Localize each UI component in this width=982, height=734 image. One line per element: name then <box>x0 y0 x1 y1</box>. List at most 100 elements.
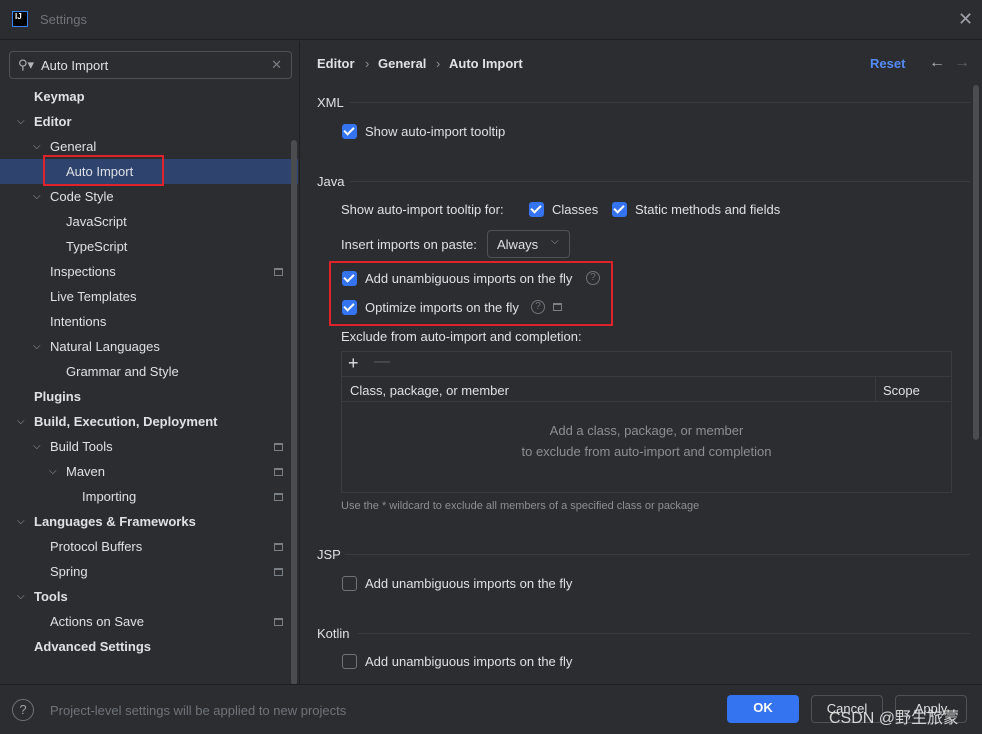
footer-note: Project-level settings will be applied t… <box>50 703 347 718</box>
help-icon[interactable]: ? <box>586 271 600 285</box>
column-header-scope[interactable]: Scope <box>883 383 920 398</box>
tree-item-label: Editor <box>34 114 72 129</box>
insert-imports-value: Always <box>497 237 539 252</box>
project-icon <box>274 568 283 576</box>
tree-item-advanced-settings[interactable]: Advanced Settings <box>0 634 298 659</box>
exclude-table[interactable]: + — Class, package, or member Scope Add … <box>341 351 952 493</box>
insert-imports-dropdown[interactable]: Always ⌵ <box>487 230 570 258</box>
xml-tooltip-label: Show auto-import tooltip <box>365 124 506 139</box>
tree-item-label: Importing <box>82 489 137 504</box>
chevron-down-icon[interactable]: ⌵ <box>33 134 41 159</box>
tree-item-label: Intentions <box>50 314 107 329</box>
chevron-down-icon[interactable]: ⌵ <box>17 409 25 434</box>
tree-item-label: Plugins <box>34 389 81 404</box>
tree-item-label: Maven <box>66 464 106 479</box>
tree-item-build-execution-deployment[interactable]: ⌵ Build, Execution, Deployment <box>0 409 298 434</box>
section-xml: XML <box>317 95 344 110</box>
chevron-down-icon[interactable]: ⌵ <box>33 434 41 459</box>
kotlin-add-unambiguous-label: Add unambiguous imports on the fly <box>365 654 573 669</box>
tree-item-plugins[interactable]: Plugins <box>0 384 298 409</box>
search-input[interactable]: ⚲▾ Auto Import ✕ <box>9 51 292 79</box>
project-icon <box>274 493 283 501</box>
tree-item-label: Inspections <box>50 264 116 279</box>
tree-item-label: Tools <box>34 589 68 604</box>
chevron-down-icon[interactable]: ⌵ <box>17 584 25 609</box>
tree-item-protocol-buffers[interactable]: Protocol Buffers <box>0 534 298 559</box>
static-methods-checkbox[interactable] <box>612 202 627 217</box>
reset-button[interactable]: Reset <box>870 56 905 71</box>
tree-item-natural-languages[interactable]: ⌵ Natural Languages <box>0 334 298 359</box>
chevron-down-icon[interactable]: ⌵ <box>17 509 25 534</box>
forward-arrow-icon[interactable]: → <box>954 54 970 72</box>
close-icon[interactable]: ✕ <box>958 9 973 30</box>
chevron-down-icon[interactable]: ⌵ <box>17 109 25 134</box>
jsp-add-unambiguous-label: Add unambiguous imports on the fly <box>365 576 573 591</box>
tree-item-label: Build, Execution, Deployment <box>34 414 218 429</box>
tree-item-label: Advanced Settings <box>34 639 152 654</box>
tooltip-for-label: Show auto-import tooltip for: <box>341 202 504 217</box>
breadcrumb-editor[interactable]: Editor <box>317 56 355 71</box>
tree-item-tools[interactable]: ⌵ Tools <box>0 584 298 609</box>
project-icon <box>274 543 283 551</box>
chevron-down-icon[interactable]: ⌵ <box>49 459 57 484</box>
content-scrollbar[interactable] <box>973 85 979 440</box>
tree-item-label: Languages & Frameworks <box>34 514 196 529</box>
classes-checkbox[interactable] <box>529 202 544 217</box>
tree-item-grammar-and-style[interactable]: Grammar and Style <box>0 359 298 384</box>
add-unambiguous-label: Add unambiguous imports on the fly <box>365 271 573 286</box>
classes-label: Classes <box>552 202 599 217</box>
tree-item-typescript[interactable]: TypeScript <box>0 234 298 259</box>
tree-item-label: Natural Languages <box>50 339 160 354</box>
tree-item-label: Code Style <box>50 189 114 204</box>
clear-icon[interactable]: ✕ <box>271 57 282 73</box>
tree-item-label: Keymap <box>34 89 85 104</box>
project-icon <box>274 443 283 451</box>
empty-text: to exclude from auto-import and completi… <box>521 444 772 459</box>
tree-item-keymap[interactable]: Keymap <box>0 84 298 109</box>
project-icon <box>553 303 562 311</box>
tree-item-editor[interactable]: ⌵ Editor <box>0 109 298 134</box>
remove-icon[interactable]: — <box>374 353 390 371</box>
chevron-down-icon[interactable]: ⌵ <box>33 334 41 359</box>
sidebar-scrollbar[interactable] <box>291 140 297 685</box>
insert-imports-label: Insert imports on paste: <box>341 237 477 252</box>
tree-item-label: Protocol Buffers <box>50 539 143 554</box>
project-icon <box>274 618 283 626</box>
help-icon[interactable]: ? <box>531 300 545 314</box>
tree-item-label: TypeScript <box>66 239 128 254</box>
jsp-add-unambiguous-checkbox[interactable] <box>342 576 357 591</box>
tree-item-label: Live Templates <box>50 289 137 304</box>
column-header-class[interactable]: Class, package, or member <box>350 383 509 398</box>
optimize-imports-checkbox[interactable] <box>342 300 357 315</box>
tree-item-inspections[interactable]: Inspections <box>0 259 298 284</box>
tree-item-intentions[interactable]: Intentions <box>0 309 298 334</box>
tree-item-javascript[interactable]: JavaScript <box>0 209 298 234</box>
tree-item-languages-frameworks[interactable]: ⌵ Languages & Frameworks <box>0 509 298 534</box>
tree-item-actions-on-save[interactable]: Actions on Save <box>0 609 298 634</box>
tree-item-label: Spring <box>50 564 88 579</box>
section-jsp: JSP <box>317 547 341 562</box>
xml-tooltip-checkbox[interactable] <box>342 124 357 139</box>
chevron-down-icon[interactable]: ⌵ <box>33 184 41 209</box>
add-icon[interactable]: + <box>348 353 359 374</box>
tree-item-maven[interactable]: ⌵ Maven <box>0 459 298 484</box>
search-value: Auto Import <box>41 58 109 73</box>
title-bar <box>0 0 982 40</box>
watermark: CSDN @野生旅蒙 <box>829 710 960 727</box>
back-arrow-icon[interactable]: ← <box>929 54 945 72</box>
breadcrumb-general[interactable]: General <box>378 56 426 71</box>
highlight-box <box>43 155 164 186</box>
ok-button[interactable]: OK <box>727 695 799 723</box>
wildcard-hint: Use the * wildcard to exclude all member… <box>341 500 700 512</box>
kotlin-add-unambiguous-checkbox[interactable] <box>342 654 357 669</box>
tree-item-live-templates[interactable]: Live Templates <box>0 284 298 309</box>
tree-item-importing[interactable]: Importing <box>0 484 298 509</box>
help-icon[interactable]: ? <box>12 699 34 721</box>
tree-item-spring[interactable]: Spring <box>0 559 298 584</box>
add-unambiguous-checkbox[interactable] <box>342 271 357 286</box>
tree-item-label: JavaScript <box>66 214 127 229</box>
tree-item-build-tools[interactable]: ⌵ Build Tools <box>0 434 298 459</box>
search-icon: ⚲▾ <box>18 57 35 72</box>
optimize-imports-label: Optimize imports on the fly <box>365 300 519 315</box>
tree-item-code-style[interactable]: ⌵ Code Style <box>0 184 298 209</box>
